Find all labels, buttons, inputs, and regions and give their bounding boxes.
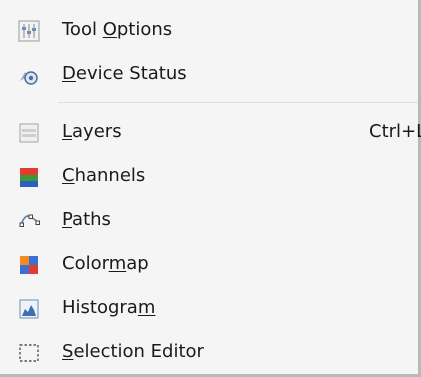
menu-item-tool-options[interactable]: Tool Options (0, 12, 418, 48)
selection-editor-icon (17, 341, 41, 365)
layers-icon (17, 121, 41, 145)
paths-icon (17, 209, 41, 233)
colormap-icon (17, 253, 41, 277)
menu-item-label: Device Status (62, 63, 187, 84)
menu-item-paths[interactable]: Paths (0, 202, 418, 238)
menu-item-colormap[interactable]: Colormap (0, 246, 418, 282)
menu-item-channels[interactable]: Channels (0, 158, 418, 194)
device-status-icon (17, 63, 41, 87)
tool-options-icon (17, 19, 41, 43)
menu-item-label: Paths (62, 209, 111, 230)
histogram-icon (17, 297, 41, 321)
dockable-dialogs-menu: Tool Options Device Status Layers Ctrl+L (0, 0, 421, 377)
menu-item-label: Channels (62, 165, 146, 186)
menu-item-label: Tool Options (62, 19, 173, 40)
menu-item-histogram[interactable]: Histogram (0, 290, 418, 326)
menu-item-layers[interactable]: Layers Ctrl+L (0, 114, 421, 150)
channels-icon (17, 165, 41, 189)
menu-item-label: Layers (62, 121, 122, 142)
menu-item-label: Histogram (62, 297, 156, 318)
menu-separator (58, 102, 418, 103)
menu-item-label: Colormap (62, 253, 149, 274)
shortcut-label: Ctrl+L (369, 121, 421, 142)
menu-item-device-status[interactable]: Device Status (0, 56, 418, 92)
menu-item-selection-editor[interactable]: Selection Editor (0, 334, 418, 370)
menu-item-label: Selection Editor (62, 341, 204, 362)
